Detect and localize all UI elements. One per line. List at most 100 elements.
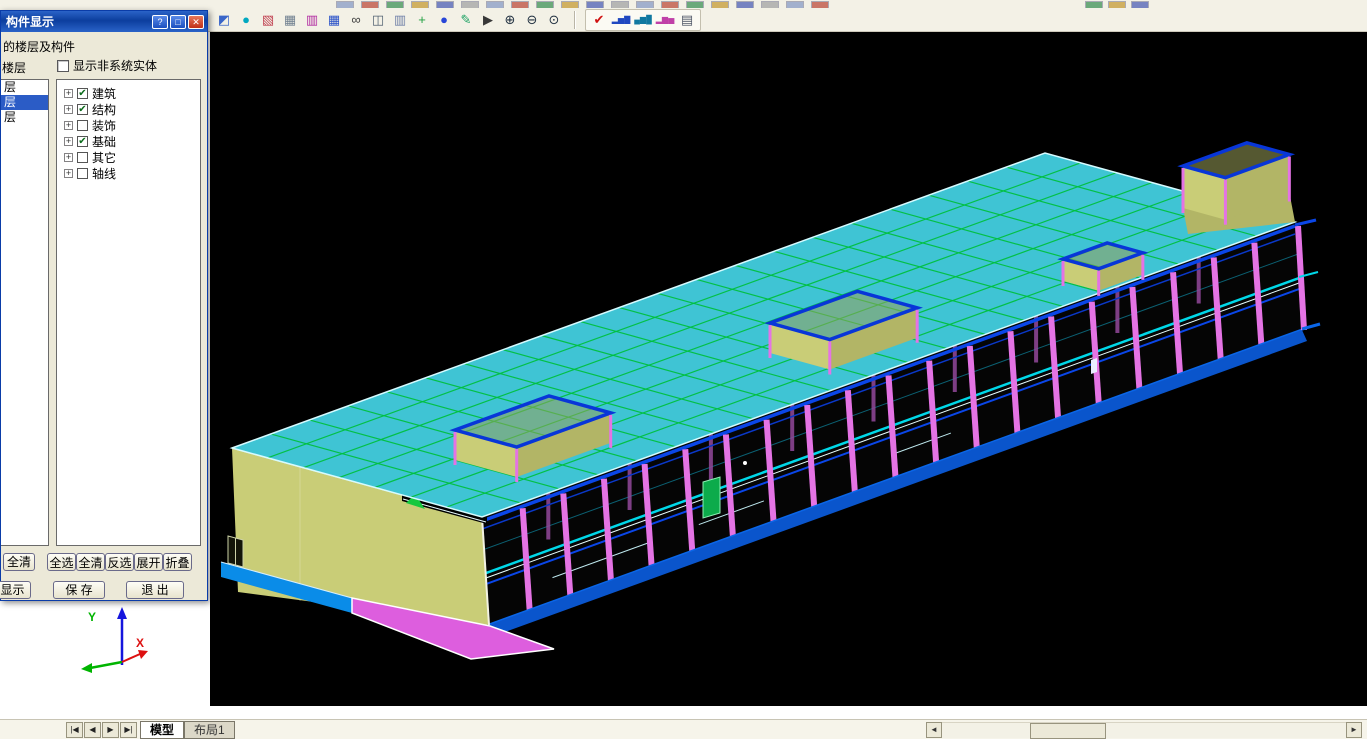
cube-view-icon[interactable]: ◫ — [367, 9, 389, 30]
tree-item[interactable]: +✔基础 — [64, 133, 200, 149]
tree-action-button[interactable]: 反选 — [105, 553, 134, 571]
sheet-nav-button[interactable]: ◀ — [84, 722, 101, 738]
zoom-extents-icon[interactable]: ⊙ — [543, 9, 565, 30]
clipped-icon-fragment — [536, 1, 554, 8]
paint-icon[interactable]: ✎ — [455, 9, 477, 30]
tree-action-button[interactable]: 展开 — [134, 553, 163, 571]
color-grid-icon[interactable]: ▦ — [323, 9, 345, 30]
scroll-right-button[interactable]: ► — [1346, 722, 1362, 738]
shaded-view-icon[interactable]: ◩ — [213, 9, 235, 30]
chart-blue-icon[interactable]: ▂▅▇ — [610, 9, 632, 30]
tree-item[interactable]: +✔建筑 — [64, 85, 200, 101]
view-toolbar-group: ◩●▧▦▥▦∞◫▥+●✎▶⊕⊖⊙ — [213, 9, 565, 30]
chart-pink-icon[interactable]: ▂▆▅ — [654, 9, 676, 30]
help-button[interactable]: ? — [152, 15, 168, 29]
tree-checkbox-icon[interactable]: ✔ — [77, 136, 88, 147]
tree-checkbox-icon[interactable] — [77, 152, 88, 163]
tree-checkbox-icon[interactable]: ✔ — [77, 104, 88, 115]
model-viewport[interactable] — [210, 32, 1367, 706]
clipped-icon-fragment — [636, 1, 654, 8]
floor-clear-button[interactable]: 全清 — [3, 553, 35, 571]
clipped-icon-fragment — [811, 1, 829, 8]
clipped-icon-fragment — [561, 1, 579, 8]
sheet-nav-button[interactable]: ▶| — [120, 722, 137, 738]
axis-y-label: Y — [88, 610, 96, 624]
tree-action-button[interactable]: 全清 — [76, 553, 105, 571]
expand-plus-icon[interactable]: + — [64, 137, 73, 146]
non-system-entities-label: 显示非系统实体 — [73, 57, 157, 74]
sheet-nav-buttons: |◀◀▶▶| — [66, 722, 137, 738]
tree-item[interactable]: + ✔ 结构 — [64, 101, 200, 117]
tree-item[interactable]: + 装饰 — [64, 117, 200, 133]
axis-x-label: X — [136, 636, 144, 650]
scrollbar-thumb[interactable] — [1030, 723, 1106, 739]
find-icon[interactable]: ∞ — [345, 9, 367, 30]
axes-icon[interactable]: + — [411, 9, 433, 30]
clipped-icon-fragment — [386, 1, 404, 8]
floor-list-item[interactable]: 层 — [1, 80, 48, 95]
dialog-title: 构件显示 — [6, 13, 152, 30]
tree-item-label: 轴线 — [92, 165, 116, 182]
tree-item-label: 其它 — [92, 149, 116, 166]
tree-checkbox-icon[interactable] — [77, 168, 88, 179]
sheet-tab-0[interactable]: 模型 — [140, 721, 184, 739]
expand-plus-icon[interactable]: + — [64, 89, 73, 98]
expand-plus-icon[interactable]: + — [64, 153, 73, 162]
clipped-icon-fragment — [611, 1, 629, 8]
building-model — [210, 32, 1367, 706]
tree-action-button[interactable]: 折叠 — [163, 553, 192, 571]
clipped-icon-fragment — [736, 1, 754, 8]
pin-button[interactable]: □ — [170, 15, 186, 29]
sheet-tab-bar: |◀◀▶▶| 模型布局1 ◄ ► — [0, 719, 1367, 739]
floor-list[interactable]: 层层层 — [1, 79, 49, 546]
tree-item[interactable]: + 轴线 — [64, 165, 200, 181]
exit-button[interactable]: 退 出 — [126, 581, 184, 599]
clipped-icon-fragment — [1085, 1, 1103, 8]
scrollbar-track[interactable] — [942, 722, 1346, 738]
printer-icon[interactable]: ▤ — [676, 9, 698, 30]
tree-item-label: 装饰 — [92, 117, 116, 134]
clipped-icon-fragment — [761, 1, 779, 8]
clipped-icon-fragment — [1131, 1, 1149, 8]
palette-icon[interactable]: ▥ — [301, 9, 323, 30]
checkbox-icon[interactable] — [57, 60, 69, 72]
non-system-entities-checkbox[interactable]: 显示非系统实体 — [57, 57, 157, 74]
sheet-tab-1[interactable]: 布局1 — [184, 721, 235, 739]
sheet-nav-button[interactable]: |◀ — [66, 722, 83, 738]
select-arrow-icon[interactable]: ▶ — [477, 9, 499, 30]
clipped-icon-fragment — [461, 1, 479, 8]
tree-checkbox-icon[interactable] — [77, 120, 88, 131]
dialog-titlebar[interactable]: 构件显示 ?□✕ — [1, 11, 207, 32]
component-display-dialog: 构件显示 ?□✕ 的楼层及构件 楼层 显示非系统实体 层层层 +✔建筑+✔结构+… — [0, 10, 208, 601]
horizontal-scrollbar[interactable]: ◄ ► — [926, 722, 1362, 738]
confirm-check-icon[interactable]: ✔ — [588, 9, 610, 30]
report-toolbar-group: ✔▂▅▇▄▆█▂▆▅▤ — [585, 9, 701, 31]
render-sphere-icon[interactable]: ● — [433, 9, 455, 30]
floor-list-item[interactable]: 层 — [1, 95, 48, 110]
material-view-icon[interactable]: ▧ — [257, 9, 279, 30]
zoom-in-icon[interactable]: ⊕ — [499, 9, 521, 30]
sheet-tabs: 模型布局1 — [140, 721, 235, 739]
expand-plus-icon[interactable]: + — [64, 169, 73, 178]
clipped-icon-fragment — [336, 1, 354, 8]
zoom-out-icon[interactable]: ⊖ — [521, 9, 543, 30]
tree-action-button[interactable]: 全选 — [47, 553, 76, 571]
tree-item[interactable]: + 其它 — [64, 149, 200, 165]
sheet-nav-button[interactable]: ▶ — [102, 722, 119, 738]
sphere-view-icon[interactable]: ● — [235, 9, 257, 30]
chart-teal-icon[interactable]: ▄▆█ — [632, 9, 654, 30]
show-button[interactable]: 显示 — [0, 581, 31, 599]
mesh-view-icon[interactable]: ▦ — [279, 9, 301, 30]
save-button[interactable]: 保 存 — [53, 581, 105, 599]
expand-plus-icon[interactable]: + — [64, 105, 73, 114]
close-button[interactable]: ✕ — [188, 15, 204, 29]
scroll-left-button[interactable]: ◄ — [926, 722, 942, 738]
expand-plus-icon[interactable]: + — [64, 121, 73, 130]
component-tree[interactable]: +✔建筑+✔结构+装饰+✔基础+其它+轴线 — [56, 79, 201, 546]
tree-checkbox-icon[interactable]: ✔ — [77, 88, 88, 99]
column-display-icon[interactable]: ▥ — [389, 9, 411, 30]
tree-item-label: 结构 — [92, 101, 116, 118]
floor-list-item[interactable]: 层 — [1, 110, 48, 125]
floors-label: 楼层 — [2, 59, 26, 76]
clipped-toolbar-row — [0, 0, 1367, 8]
